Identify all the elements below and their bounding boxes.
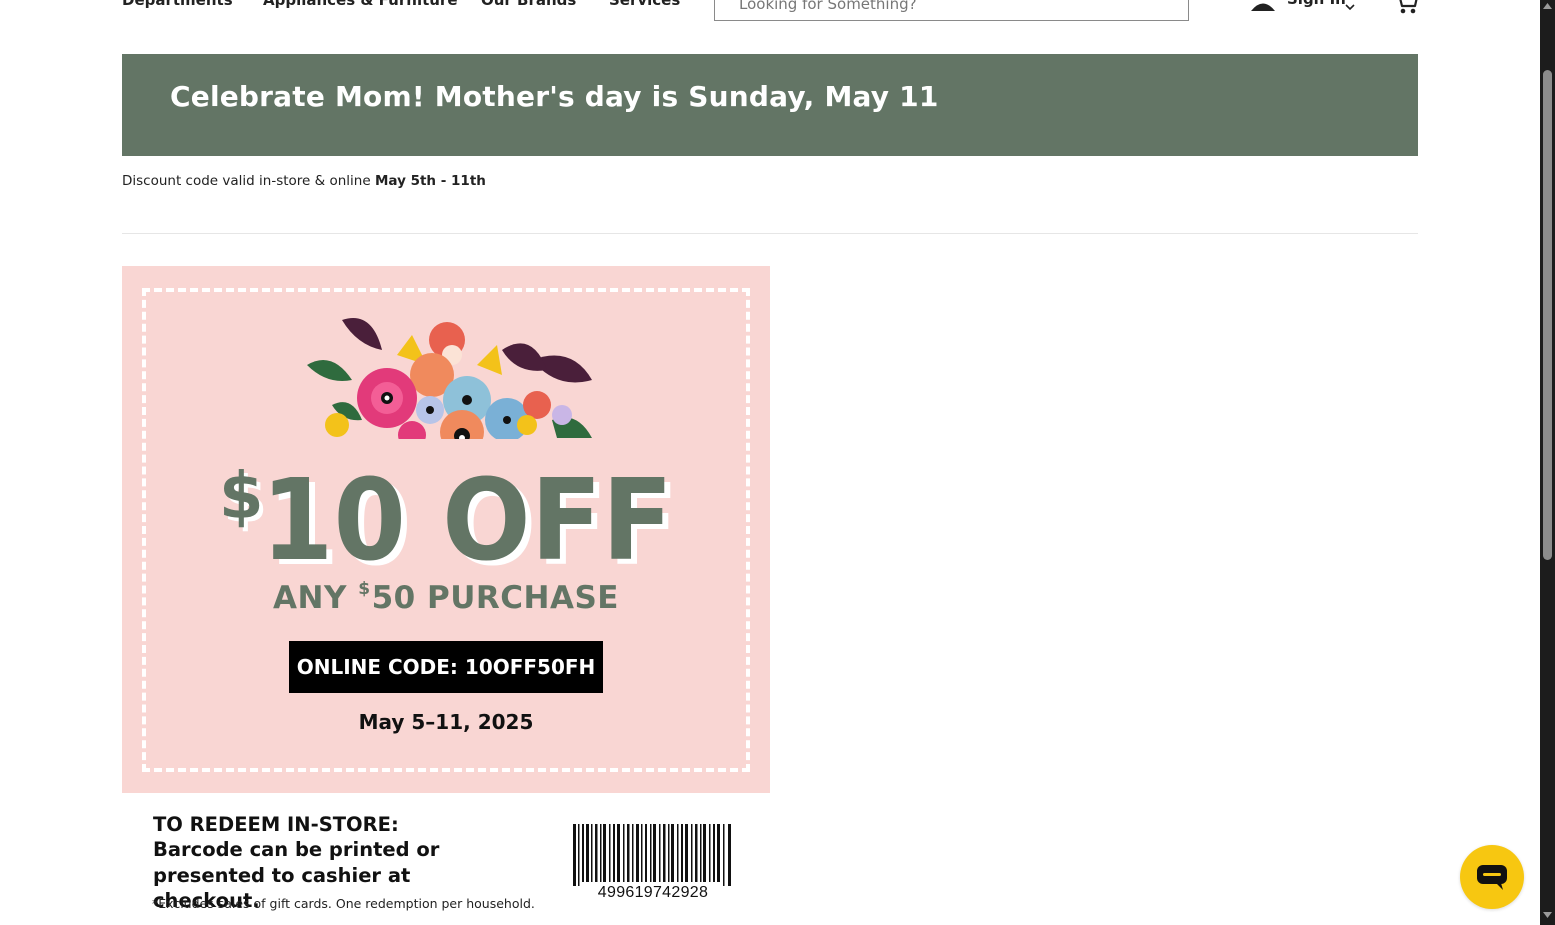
purchase-minimum: ANY $50 PURCHASE [122,579,770,616]
coupon-card: $ $ 10 OFF 10 OFF ANY $50 PURCHASE ONLIN… [122,266,770,793]
nav-departments[interactable]: Departments [122,0,233,9]
scrollbar-thumb[interactable] [1543,70,1552,560]
exclusions-note: *Excludes sales of gift cards. One redem… [152,896,535,911]
discount-text: Discount code valid in-store & online [122,173,375,189]
discount-note: Discount code valid in-store & online Ma… [122,173,486,189]
sign-in-label: Sign In [1287,0,1346,8]
chat-icon [1477,865,1507,890]
chat-button[interactable] [1460,845,1524,909]
nav-appliances-furniture[interactable]: Appliances & Furniture [263,0,458,9]
scrollbar[interactable] [1540,0,1555,925]
ten-off-headline: $ $ 10 OFF 10 OFF [219,456,679,574]
cart-icon[interactable] [1393,0,1419,20]
nav-services[interactable]: Services [609,0,680,9]
divider [122,233,1418,234]
any-amount: 50 PURCHASE [371,580,619,616]
top-nav: Departments Appliances & Furniture Our B… [0,0,1540,30]
person-icon [1249,0,1277,16]
nav-our-brands[interactable]: Our Brands [481,0,576,9]
barcode [573,824,731,886]
banner-title: Celebrate Mom! Mother's day is Sunday, M… [170,80,939,113]
online-code-button[interactable]: ONLINE CODE: 10OFF50FH [289,641,603,693]
coupon-dates: May 5–11, 2025 [358,710,534,734]
mothers-day-banner: Celebrate Mom! Mother's day is Sunday, M… [122,54,1418,156]
discount-dates: May 5th - 11th [374,173,486,189]
discount-amount: 10 OFF [261,456,673,574]
any-currency: $ [358,579,371,599]
scroll-down-icon[interactable] [1543,912,1552,918]
any-prefix: ANY [273,580,359,616]
scroll-up-icon[interactable] [1543,3,1552,9]
search-box [714,0,1189,21]
redeem-title: TO REDEEM IN-STORE: [153,813,399,836]
search-input[interactable] [737,0,1141,17]
barcode-number: 499619742928 [597,884,709,901]
dollar-sign: $ [219,460,264,534]
chevron-down-icon [1345,0,1355,15]
flower-bouquet-illustration [302,310,602,454]
search-icon[interactable] [1146,0,1170,7]
